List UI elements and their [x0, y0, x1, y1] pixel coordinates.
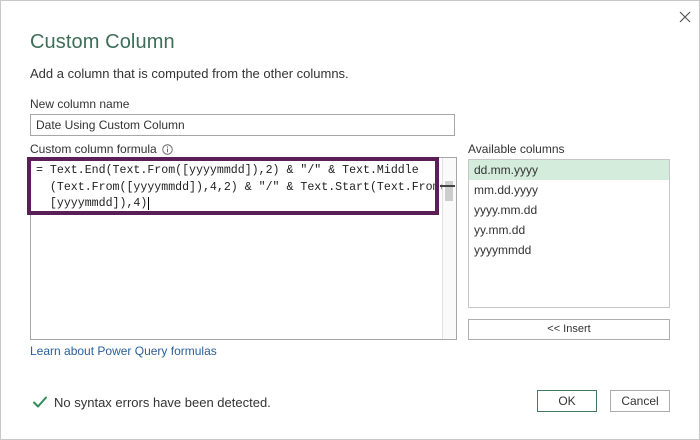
- available-columns-list[interactable]: dd.mm.yyyy mm.dd.yyyy yyyy.mm.dd yy.mm.d…: [468, 159, 670, 308]
- formula-editor[interactable]: = Text.End(Text.From([yyyymmdd]),2) & "/…: [30, 157, 457, 340]
- formula-line-2: (Text.From([yyyymmdd]),4,2) & "/" & Text…: [36, 180, 447, 194]
- available-column-item[interactable]: yyyy.mm.dd: [469, 200, 669, 220]
- highlight-connector-line: [440, 185, 455, 187]
- column-name-input[interactable]: [30, 114, 455, 136]
- dialog-title: Custom Column: [30, 31, 175, 53]
- dialog-subtitle: Add a column that is computed from the o…: [30, 66, 349, 81]
- info-icon[interactable]: [161, 143, 173, 155]
- available-column-item[interactable]: yy.mm.dd: [469, 220, 669, 240]
- column-name-label: New column name: [30, 97, 130, 111]
- insert-button[interactable]: << Insert: [468, 319, 670, 340]
- close-icon[interactable]: [677, 9, 693, 25]
- formula-line-1: = Text.End(Text.From([yyyymmdd]),2) & "/…: [36, 164, 419, 177]
- available-column-item[interactable]: mm.dd.yyyy: [469, 180, 669, 200]
- text-caret: [148, 196, 150, 210]
- syntax-status-text: No syntax errors have been detected.: [54, 394, 271, 410]
- check-icon: [32, 394, 48, 410]
- formula-text[interactable]: = Text.End(Text.From([yyyymmdd]),2) & "/…: [36, 163, 447, 213]
- formula-label-row: Custom column formula: [30, 142, 173, 156]
- ok-button[interactable]: OK: [537, 390, 597, 412]
- formula-label: Custom column formula: [30, 142, 157, 156]
- learn-formulas-link[interactable]: Learn about Power Query formulas: [30, 344, 217, 358]
- available-columns-label: Available columns: [468, 142, 565, 156]
- available-column-item[interactable]: dd.mm.yyyy: [469, 160, 669, 180]
- cancel-button[interactable]: Cancel: [610, 390, 670, 412]
- custom-column-dialog: Custom Column Add a column that is compu…: [0, 0, 700, 440]
- syntax-status: No syntax errors have been detected.: [32, 394, 271, 410]
- formula-line-3: [yyyymmdd]),4): [36, 197, 148, 211]
- available-column-item[interactable]: yyyymmdd: [469, 240, 669, 260]
- scrollbar-thumb[interactable]: [445, 181, 453, 201]
